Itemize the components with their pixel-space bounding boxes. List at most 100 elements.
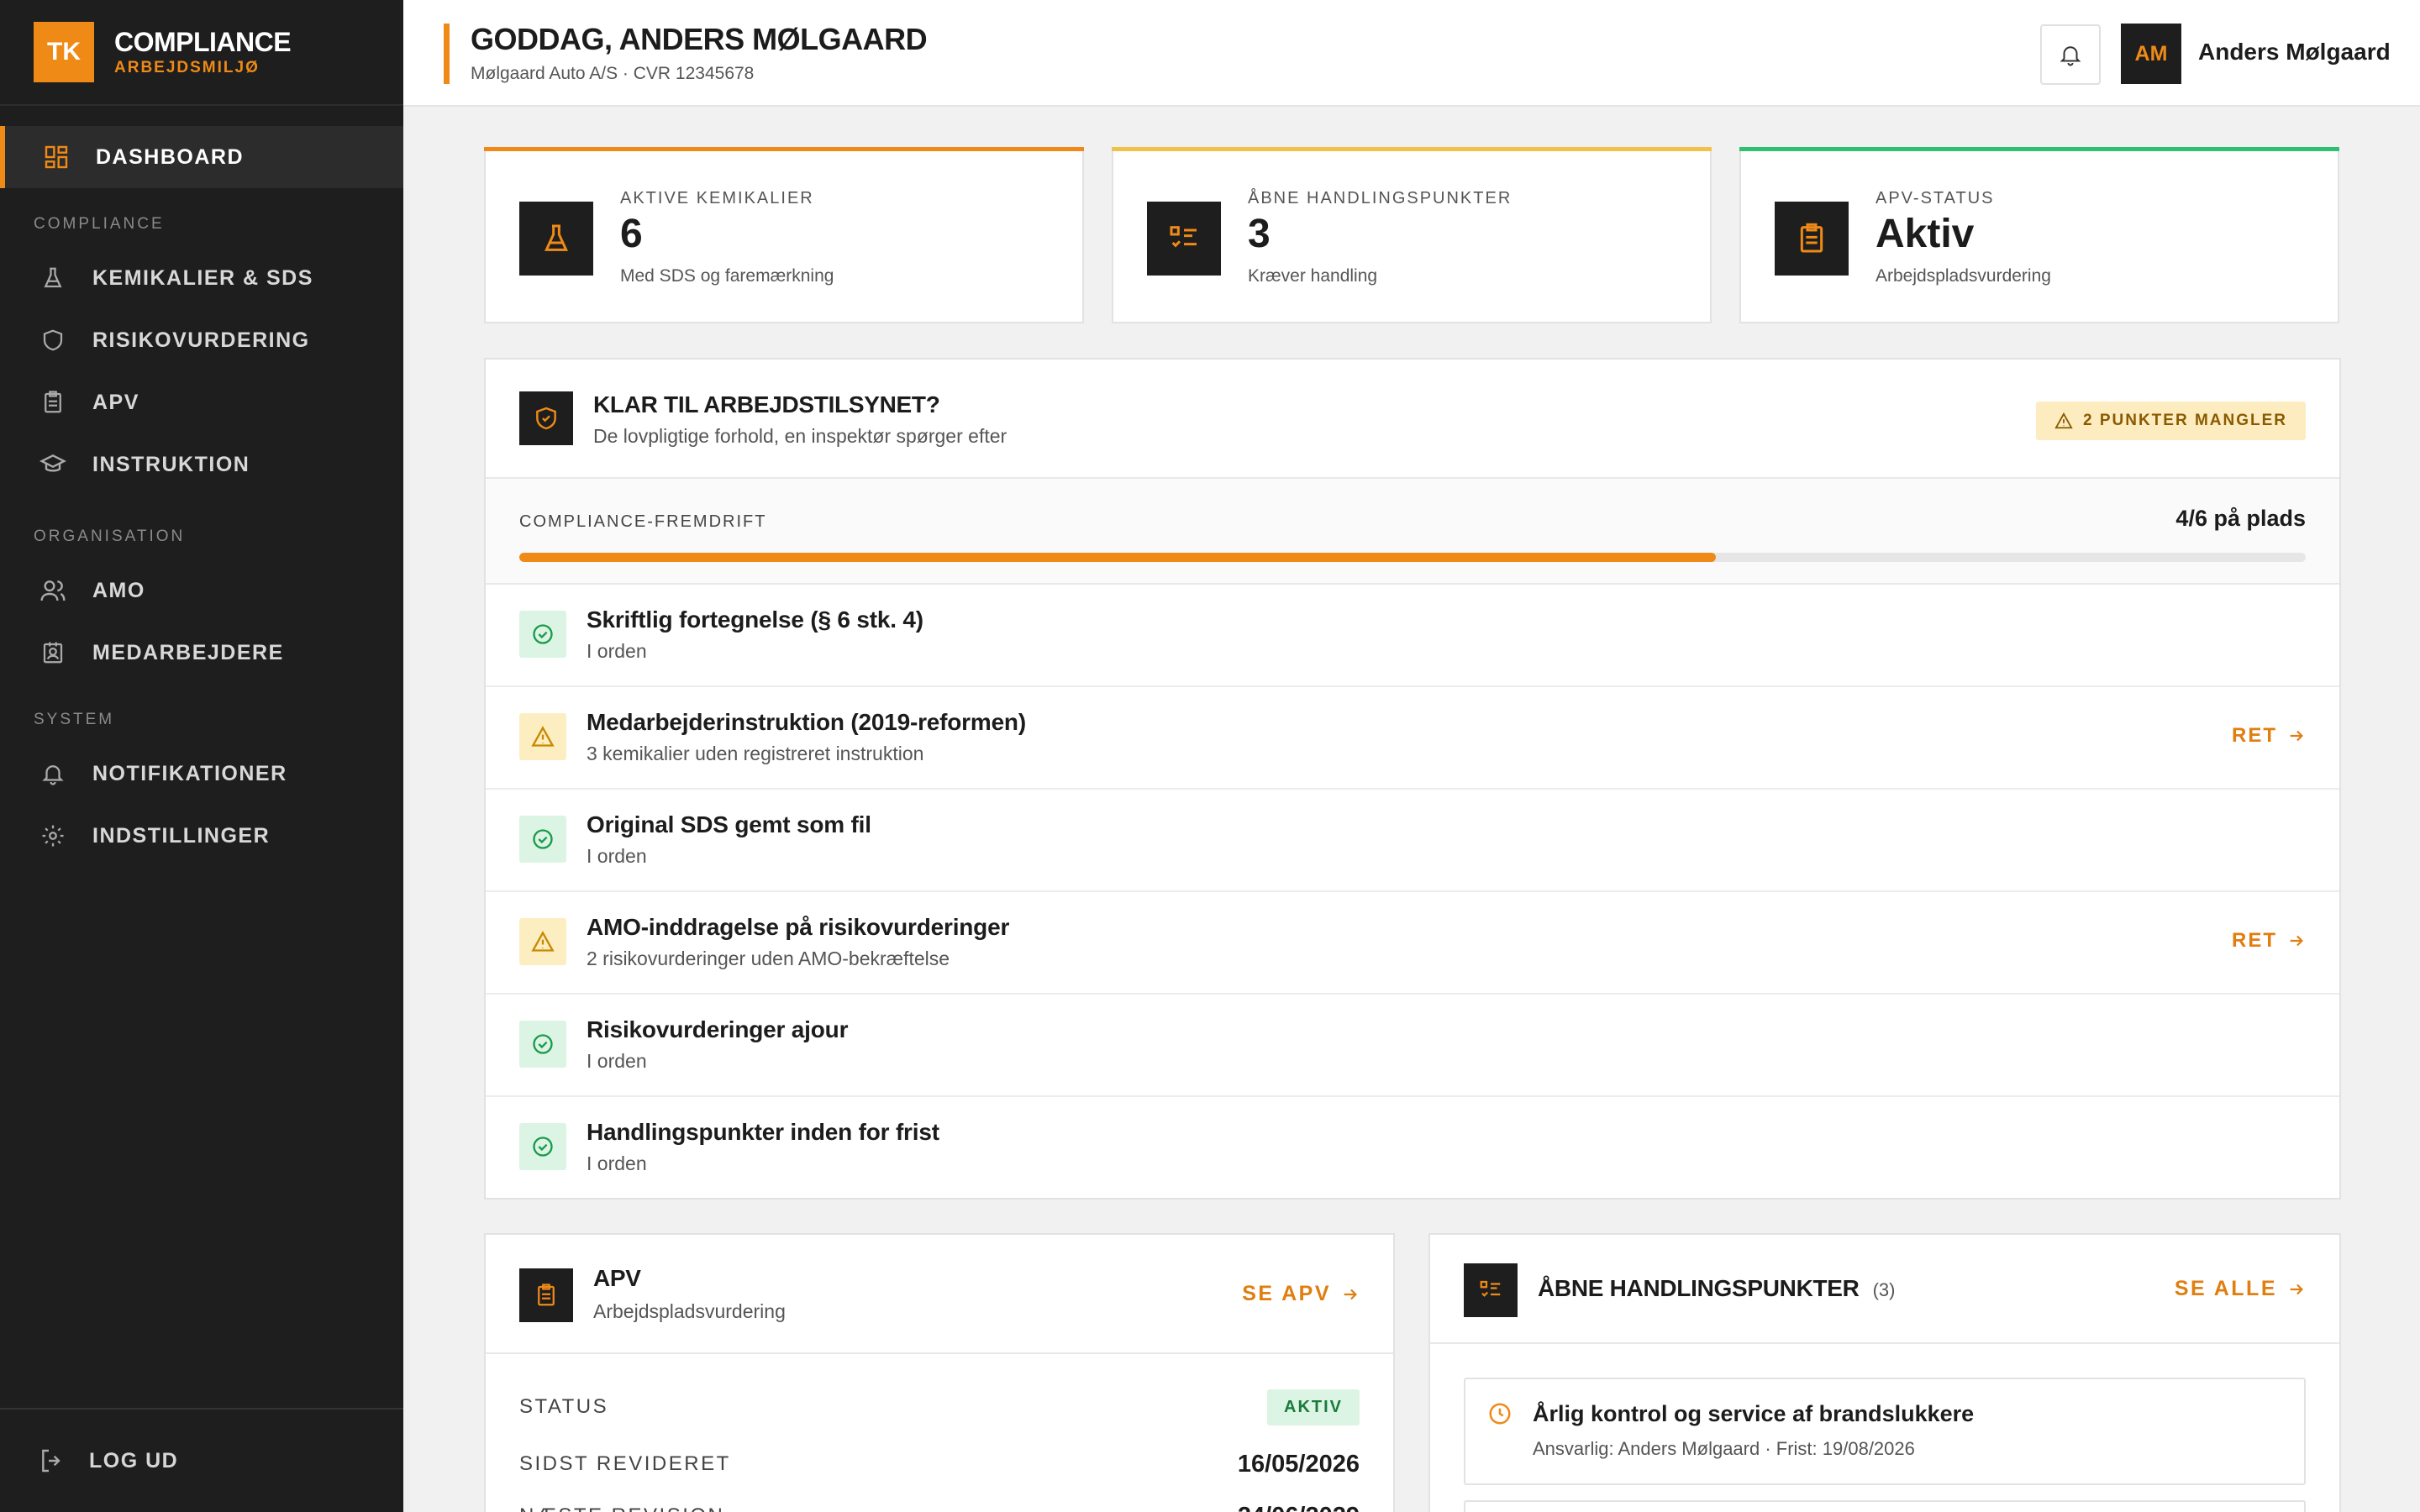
stat-value: Aktiv (1876, 212, 1975, 256)
sidebar-item-medarbejdere[interactable]: MEDARBEJDERE (0, 622, 403, 684)
clock-icon (1487, 1401, 1512, 1426)
checklist-item[interactable]: Skriftlig fortegnelse (§ 6 stk. 4) I ord… (486, 585, 2339, 687)
sidebar-item-label: INSTRUKTION (92, 452, 250, 476)
sidebar-item-label: APV (92, 390, 139, 414)
fix-link[interactable]: RET (2232, 724, 2306, 748)
stat-accent-bar (1112, 147, 1712, 151)
users-icon (37, 575, 69, 606)
stat-card-apv-status[interactable]: APV-STATUS Aktiv Arbejdspladsvurdering (1739, 147, 2339, 323)
sidebar-item-instruktion[interactable]: INSTRUKTION (0, 433, 403, 496)
page-title: GODDAG, ANDERS MØLGAARD (471, 22, 928, 56)
clipboard-icon (519, 1268, 573, 1322)
brand-logo: TK (34, 22, 94, 82)
bell-icon (37, 758, 69, 790)
checklist-sub: 3 kemikalier uden registreret instruktio… (587, 743, 924, 764)
checklist-item[interactable]: Medarbejderinstruktion (2019-reformen) 3… (486, 687, 2339, 790)
stat-value: 3 (1248, 212, 1270, 256)
check-circle-icon (519, 816, 566, 863)
fix-label: RET (2232, 724, 2277, 747)
missing-badge-label: 2 PUNKTER MANGLER (2082, 412, 2287, 429)
missing-badge: 2 PUNKTER MANGLER (2035, 402, 2306, 440)
sidebar: TK COMPLIANCE ARBEJDSMILJØ DASHBOARD COM… (0, 0, 403, 1512)
checklist-item[interactable]: Risikovurderinger ajour I orden (486, 995, 2339, 1097)
readiness-subtitle: De lovpligtige forhold, en inspektør spø… (593, 425, 1007, 447)
compliance-progress: COMPLIANCE-FREMDRIFT 4/6 på plads (486, 479, 2339, 585)
sidebar-item-indstillinger[interactable]: INDSTILLINGER (0, 805, 403, 867)
graduation-cap-icon (37, 449, 69, 480)
checklist-item[interactable]: Handlingspunkter inden for frist I orden (486, 1097, 2339, 1200)
clipboard-icon (1775, 202, 1849, 276)
clipboard-icon (37, 386, 69, 418)
brand: TK COMPLIANCE ARBEJDSMILJØ (0, 0, 403, 106)
checklist-icon (1147, 202, 1221, 276)
progress-label: COMPLIANCE-FREMDRIFT (519, 512, 767, 531)
check-circle-icon (519, 611, 566, 658)
checklist-sub: I orden (587, 640, 647, 662)
gear-icon (37, 820, 69, 852)
fix-label: RET (2232, 929, 2277, 952)
fix-link[interactable]: RET (2232, 929, 2306, 953)
see-apv-link[interactable]: SE APV (1242, 1282, 1360, 1306)
actions-card: ÅBNE HANDLINGSPUNKTER (3) SE ALLE Årlig … (1428, 1233, 2341, 1512)
logout-label: LOG UD (89, 1448, 179, 1473)
sidebar-item-label: MEDARBEJDERE (92, 640, 284, 664)
check-circle-icon (519, 1123, 566, 1170)
warning-icon (519, 713, 566, 760)
stat-desc: Med SDS og faremærkning (620, 266, 834, 286)
sidebar-item-kemikalier[interactable]: KEMIKALIER & SDS (0, 247, 403, 309)
section-system: SYSTEM (34, 711, 115, 728)
sidebar-item-label: KEMIKALIER & SDS (92, 265, 313, 290)
action-item[interactable]: Årlig kontrol og service af brandslukker… (1464, 1378, 2306, 1485)
checklist-title: Original SDS gemt som fil (587, 811, 871, 837)
user-name[interactable]: Anders Mølgaard (2198, 39, 2391, 66)
stat-card-handlingspunkter[interactable]: ÅBNE HANDLINGSPUNKTER 3 Kræver handling (1112, 147, 1712, 323)
brand-title: COMPLIANCE (114, 27, 292, 57)
id-badge-icon (37, 637, 69, 669)
checklist-title: Handlingspunkter inden for frist (587, 1119, 939, 1145)
action-title: Årlig kontrol og service af brandslukker… (1533, 1401, 1975, 1426)
header-accent (444, 24, 450, 84)
stat-desc: Arbejdspladsvurdering (1876, 266, 2051, 286)
status-badge: AKTIV (1267, 1389, 1360, 1425)
apv-card-header: APV Arbejdspladsvurdering SE APV (486, 1235, 1393, 1354)
logout-icon (39, 1447, 66, 1474)
sidebar-item-amo[interactable]: AMO (0, 559, 403, 622)
actions-card-header: ÅBNE HANDLINGSPUNKTER (3) SE ALLE (1430, 1235, 2339, 1344)
brand-subtitle: ARBEJDSMILJØ (114, 59, 260, 76)
stat-label: APV-STATUS (1876, 189, 1995, 207)
action-item[interactable] (1464, 1500, 2306, 1512)
checklist: Skriftlig fortegnelse (§ 6 stk. 4) I ord… (486, 585, 2339, 1201)
arrow-right-icon (2287, 727, 2306, 745)
company-info: Mølgaard Auto A/S · CVR 12345678 (471, 64, 755, 83)
checklist-title: Medarbejderinstruktion (2019-reformen) (587, 709, 1026, 735)
sidebar-item-risikovurdering[interactable]: RISIKOVURDERING (0, 309, 403, 371)
sidebar-item-notifikationer[interactable]: NOTIFIKATIONER (0, 743, 403, 805)
shield-icon (37, 324, 69, 356)
progress-track (519, 553, 2306, 562)
check-circle-icon (519, 1021, 566, 1068)
checklist-title: Skriftlig fortegnelse (§ 6 stk. 4) (587, 606, 923, 633)
see-all-label: SE ALLE (2174, 1277, 2277, 1300)
notifications-button[interactable] (2040, 24, 2101, 85)
revised-label: SIDST REVIDERET (519, 1452, 731, 1475)
sidebar-item-dashboard[interactable]: DASHBOARD (0, 126, 403, 188)
sidebar-item-label: AMO (92, 578, 145, 602)
checklist-item[interactable]: AMO-inddragelse på risikovurderinger 2 r… (486, 892, 2339, 995)
apv-card-title: APV (593, 1265, 641, 1291)
sidebar-item-label: DASHBOARD (96, 144, 244, 169)
see-all-link[interactable]: SE ALLE (2175, 1277, 2306, 1301)
logout-button[interactable]: LOG UD (0, 1408, 403, 1512)
stat-card-kemikalier[interactable]: AKTIVE KEMIKALIER 6 Med SDS og faremærkn… (484, 147, 1084, 323)
sidebar-item-label: INDSTILLINGER (92, 823, 271, 848)
sidebar-item-label: NOTIFIKATIONER (92, 761, 287, 785)
sidebar-item-apv[interactable]: APV (0, 371, 403, 433)
apv-card: APV Arbejdspladsvurdering SE APV STATUS … (484, 1233, 1395, 1512)
apv-card-subtitle: Arbejdspladsvurdering (593, 1300, 786, 1322)
actions-card-title: ÅBNE HANDLINGSPUNKTER (1538, 1275, 1860, 1301)
progress-fill (519, 553, 1717, 562)
flask-icon (37, 262, 69, 294)
readiness-title: KLAR TIL ARBEJDSTILSYNET? (593, 391, 940, 417)
see-apv-label: SE APV (1242, 1282, 1331, 1305)
avatar[interactable]: AM (2121, 24, 2181, 84)
checklist-item[interactable]: Original SDS gemt som fil I orden (486, 790, 2339, 892)
